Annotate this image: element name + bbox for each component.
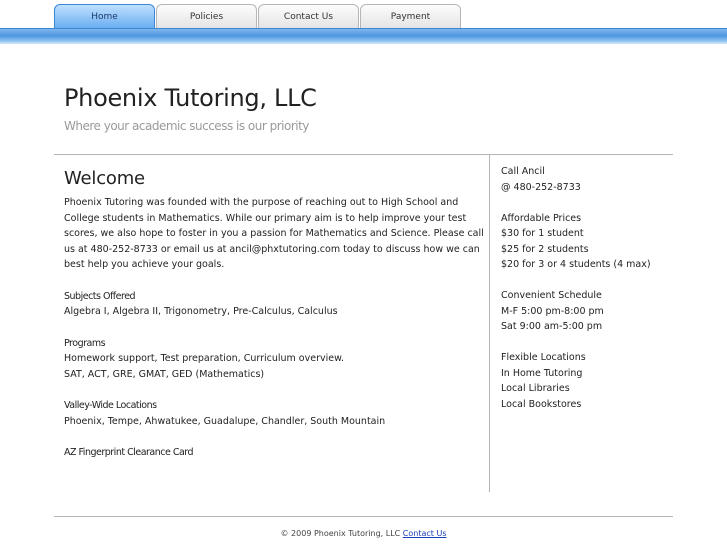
intro-paragraph: Phoenix Tutoring was founded with the pu… — [64, 197, 484, 270]
subjects-section: Subjects Offered Algebra I, Algebra II, … — [64, 289, 484, 320]
header-divider — [54, 154, 673, 155]
sidebar-line: $25 for 2 students — [501, 243, 589, 255]
footer-divider — [54, 516, 673, 517]
sidebar-line: Convenient Schedule — [501, 290, 602, 301]
site-title: Phoenix Tutoring, LLC — [64, 84, 317, 112]
sidebar-line: $20 for 3 or 4 students (4 max) — [501, 259, 651, 270]
footer-copyright: © 2009 Phoenix Tutoring, LLC — [280, 529, 401, 538]
sidebar-locations-group: Flexible Locations In Home Tutoring Loca… — [501, 350, 671, 412]
nav-tabs: Home Policies Contact Us Payment — [54, 4, 461, 29]
column-divider — [489, 155, 490, 492]
top-nav-band: Home Policies Contact Us Payment — [0, 0, 727, 44]
sidebar-line: Affordable Prices — [501, 212, 582, 224]
section-line: Algebra I, Algebra II, Trigonometry, Pre… — [64, 306, 338, 317]
section-line: SAT, ACT, GRE, GMAT, GED (Mathematics) — [64, 368, 265, 380]
sidebar-line: In Home Tutoring — [501, 367, 583, 379]
site-tagline: Where your academic success is our prior… — [64, 119, 309, 133]
locations-section: Valley-Wide Locations Phoenix, Tempe, Ah… — [64, 398, 484, 429]
sidebar-line: Local Bookstores — [501, 398, 582, 410]
sidebar-prices-group: Affordable Prices $30 for 1 student $25 … — [501, 211, 671, 273]
sidebar-line: Sat 9:00 am-5:00 pm — [501, 321, 603, 332]
footer: © 2009 Phoenix Tutoring, LLC Contact Us — [0, 529, 727, 538]
fingerprint-section: AZ Fingerprint Clearance Card — [64, 445, 484, 461]
main-content: Welcome Phoenix Tutoring was founded wit… — [64, 167, 484, 461]
section-title: Programs — [64, 337, 106, 349]
section-line: Phoenix, Tempe, Ahwatukee, Guadalupe, Ch… — [64, 415, 386, 427]
section-line: Homework support, Test preparation, Curr… — [64, 353, 345, 364]
sidebar-line: Flexible Locations — [501, 352, 586, 363]
section-title: AZ Fingerprint Clearance Card — [64, 447, 194, 458]
sidebar-line: @ 480-252-8733 — [501, 181, 581, 193]
section-title: Subjects Offered — [64, 290, 136, 302]
tab-contact-us[interactable]: Contact Us — [258, 4, 359, 28]
sidebar-line: Call Ancil — [501, 166, 545, 177]
footer-contact-link[interactable]: Contact Us — [403, 529, 447, 538]
sidebar-line: $30 for 1 student — [501, 228, 584, 239]
section-title: Valley-Wide Locations — [64, 400, 157, 411]
sidebar-line: Local Libraries — [501, 383, 570, 394]
programs-section: Programs Homework support, Test preparat… — [64, 336, 484, 383]
nav-stripe — [0, 28, 727, 44]
sidebar-call-group: Call Ancil @ 480-252-8733 — [501, 164, 671, 195]
tab-policies[interactable]: Policies — [156, 4, 257, 28]
sidebar: Call Ancil @ 480-252-8733 Affordable Pri… — [501, 164, 671, 428]
tab-home[interactable]: Home — [54, 4, 155, 28]
sidebar-line: M-F 5:00 pm-8:00 pm — [501, 305, 604, 317]
sidebar-schedule-group: Convenient Schedule M-F 5:00 pm-8:00 pm … — [501, 288, 671, 335]
welcome-heading: Welcome — [64, 168, 145, 189]
tab-payment[interactable]: Payment — [360, 4, 461, 28]
